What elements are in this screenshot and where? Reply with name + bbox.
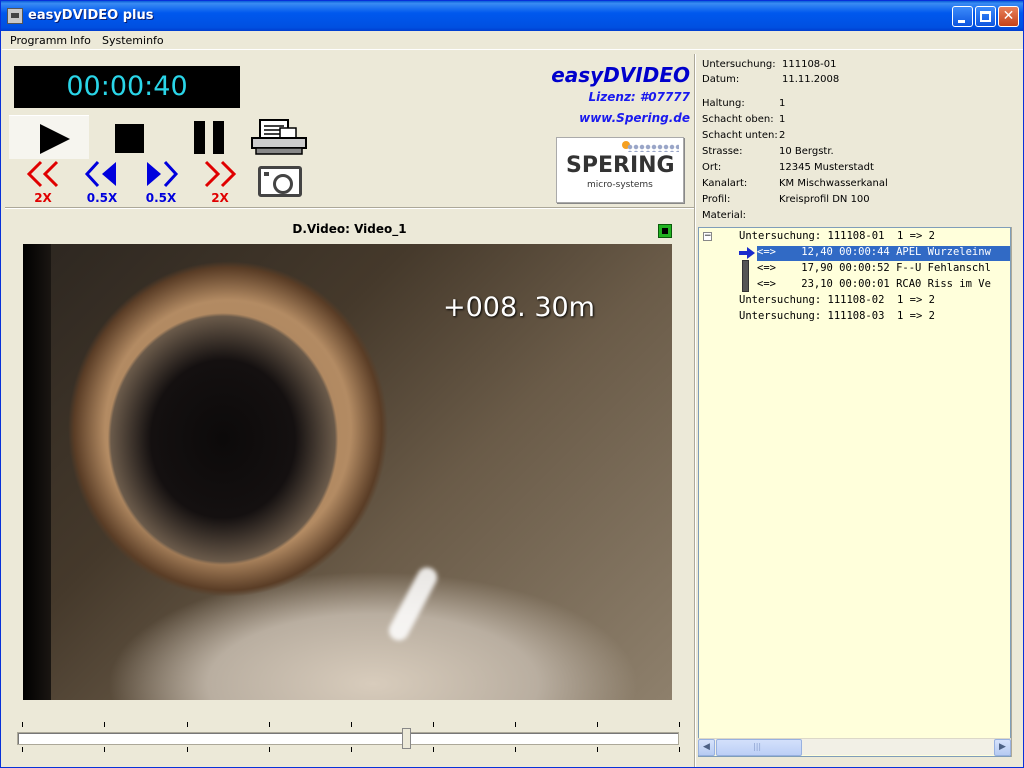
rewind-fast-icon: [26, 160, 59, 188]
website-link[interactable]: www.Spering.de: [579, 111, 690, 125]
vertical-scroll-area[interactable]: [1011, 227, 1023, 757]
menu-info[interactable]: Info: [70, 34, 91, 47]
rewind-slow-icon: [84, 160, 116, 188]
status-indicator-icon: [658, 224, 672, 238]
menu-bar: Programm Info Systeminfo: [2, 31, 1023, 50]
position-marker: [742, 260, 749, 292]
close-icon: ✕: [1002, 8, 1015, 24]
rewind-fast-button[interactable]: 2X: [22, 160, 64, 206]
printer-icon: [251, 119, 307, 155]
current-arrow-icon: [739, 247, 755, 259]
forward-fast-button[interactable]: 2X: [199, 160, 241, 206]
player-pane: 00:00:40 2X 0.5X 0.5X 2X easyDVIDEO Lize…: [5, 54, 694, 766]
license-text: Lizenz: #07777: [588, 90, 690, 104]
play-button[interactable]: [9, 115, 89, 159]
slider-thumb[interactable]: [402, 728, 411, 749]
title-bar[interactable]: easyDVIDEO plus ✕: [1, 1, 1023, 31]
forward-fast-icon: [204, 160, 237, 188]
pane-divider[interactable]: [694, 54, 696, 767]
menu-programm[interactable]: Programm: [10, 34, 67, 47]
tree-item-inspection[interactable]: Untersuchung: 111108-01 1 => 2: [739, 230, 935, 245]
print-button[interactable]: [250, 118, 308, 158]
stop-button[interactable]: [115, 124, 144, 153]
rewind-slow-button[interactable]: 0.5X: [81, 160, 123, 206]
tree-item-observation[interactable]: <=> 23,10 00:00:01 RCA0 Riss im Ve: [757, 278, 991, 293]
brand-title: easyDVIDEO: [551, 63, 690, 87]
horizontal-scrollbar[interactable]: ◀ ▶: [698, 738, 1011, 756]
speed-label: 2X: [211, 191, 229, 205]
speed-label: 0.5X: [86, 191, 118, 205]
minimize-button[interactable]: [952, 6, 973, 27]
snapshot-button[interactable]: [258, 166, 302, 197]
divider: [5, 207, 694, 209]
spering-logo: SPERING micro-systems: [556, 137, 684, 203]
scroll-left-button[interactable]: ◀: [698, 739, 715, 756]
position-slider[interactable]: [17, 722, 681, 757]
close-button[interactable]: ✕: [998, 6, 1019, 27]
menu-systeminfo[interactable]: Systeminfo: [102, 34, 164, 47]
distance-overlay: +008. 30m: [443, 292, 595, 323]
forward-slow-button[interactable]: 0.5X: [140, 160, 182, 206]
forward-slow-icon: [147, 160, 179, 188]
scroll-thumb[interactable]: [716, 739, 802, 756]
speed-label: 0.5X: [145, 191, 177, 205]
tree-item-inspection[interactable]: Untersuchung: 111108-02 1 => 2: [739, 294, 935, 309]
play-icon: [40, 124, 70, 154]
window-title: easyDVIDEO plus: [28, 8, 154, 23]
app-window: easyDVIDEO plus ✕ Programm Info Systemin…: [0, 0, 1024, 768]
slider-track[interactable]: [17, 732, 679, 745]
tree-item-observation[interactable]: <=> 12,40 00:00:44 APEL Wurzeleinw: [757, 246, 1010, 261]
pause-button[interactable]: [194, 121, 224, 154]
time-display: 00:00:40: [14, 66, 240, 108]
tree-item-observation[interactable]: <=> 17,90 00:00:52 F--U Fehlanschl: [757, 262, 991, 277]
scroll-right-button[interactable]: ▶: [994, 739, 1011, 756]
observation-tree[interactable]: − Untersuchung: 111108-01 1 => 2 <=> 12,…: [698, 227, 1011, 757]
speed-label: 2X: [34, 191, 52, 205]
app-icon[interactable]: [7, 8, 23, 24]
video-frame[interactable]: +008. 30m: [23, 244, 672, 700]
video-title: D.Video: Video_1: [292, 222, 407, 236]
minimize-icon: [958, 20, 965, 23]
collapse-icon[interactable]: −: [703, 232, 712, 241]
tree-item-inspection[interactable]: Untersuchung: 111108-03 1 => 2: [739, 310, 935, 325]
maximize-icon: [980, 11, 991, 22]
maximize-button[interactable]: [975, 6, 996, 27]
